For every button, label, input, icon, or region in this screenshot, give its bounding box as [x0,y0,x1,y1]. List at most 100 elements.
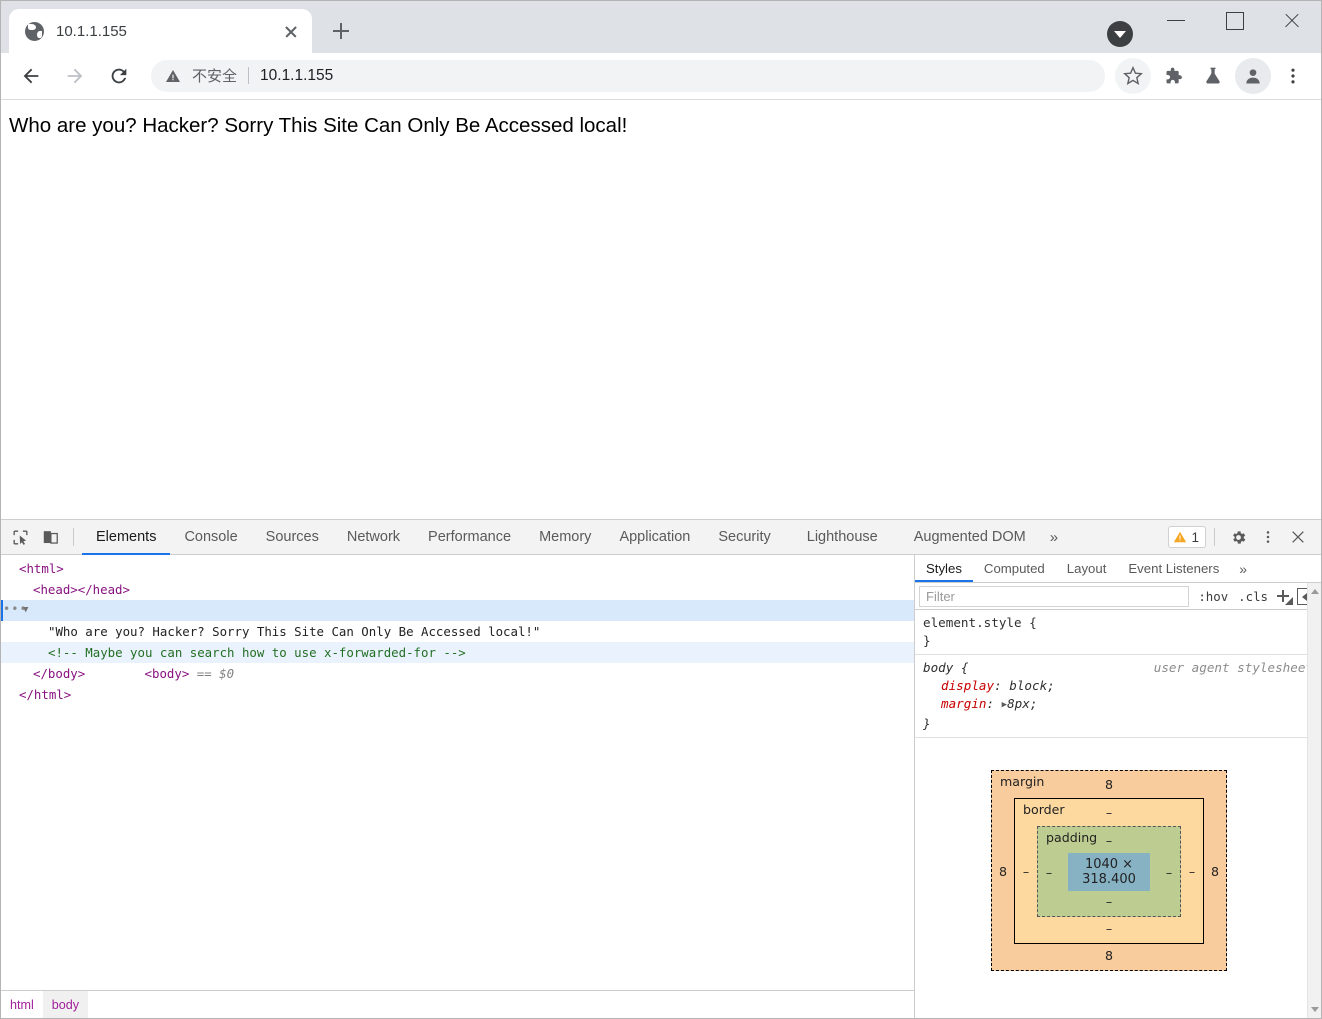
three-dot-menu-icon[interactable] [1275,58,1311,94]
breadcrumb-item-html[interactable]: html [1,991,43,1019]
reload-icon[interactable] [102,59,136,93]
tab-network[interactable]: Network [333,520,414,555]
tab-console[interactable]: Console [170,520,251,555]
box-model-padding[interactable]: padding – – 1040 × 318.400 – – [1037,826,1181,917]
margin-right-value[interactable]: 8 [1204,864,1226,879]
expand-arrow-icon[interactable]: ▶ [1002,696,1007,714]
tab-layout[interactable]: Layout [1056,555,1118,582]
close-icon[interactable] [1283,522,1313,552]
tab-label: Network [346,529,401,545]
rule-selector: element.style { [923,615,1037,630]
box-model-padding-label: padding [1046,830,1098,845]
rule-origin: user agent stylesheet [1153,660,1313,675]
tab-application[interactable]: Application [605,520,704,555]
dom-line-head[interactable]: <head></head> [1,579,914,600]
tab-label: Styles [926,561,962,576]
scroll-up-arrow-icon[interactable] [1311,589,1319,594]
dom-line-html-close[interactable]: </html> [1,684,914,705]
page-viewport: Who are you? Hacker? Sorry This Site Can… [1,99,1321,503]
dom-token: <html> [19,561,64,576]
css-declaration-margin[interactable]: margin: ▶8px; [923,695,1313,715]
box-model-content[interactable]: 1040 × 318.400 [1068,853,1150,891]
dom-token: </html> [19,687,72,702]
device-toolbar-icon[interactable] [35,522,65,552]
padding-right-value[interactable]: – [1158,865,1180,880]
tab-security[interactable]: Security [704,520,784,555]
dom-line-body-close[interactable]: </body> [1,663,914,684]
url-text: 10.1.1.155 [260,66,334,84]
devtools-tab-list: Elements Console Sources Network Perform… [82,520,1168,555]
maximize-button[interactable] [1205,1,1263,39]
more-tabs-icon[interactable]: » [1040,520,1068,555]
toolbar-divider-2 [1214,528,1215,546]
dom-token: "Who are you? Hacker? Sorry This Site Ca… [48,624,541,639]
rule-body-ua[interactable]: user agent stylesheet body { display: bl… [915,655,1321,738]
dom-line-body-open[interactable]: ••• ▼ <body> == $0 [1,600,914,681]
star-icon[interactable] [1115,57,1151,94]
tab-label: Layout [1066,561,1107,576]
address-bar[interactable]: 不安全 10.1.1.155 [151,59,1105,92]
more-styles-tabs-icon[interactable]: » [1230,555,1256,582]
download-icon[interactable] [1107,21,1133,47]
three-dot-menu-icon[interactable] [1253,522,1283,552]
css-colon: : [986,696,1002,711]
close-icon[interactable] [278,18,304,44]
dom-line-text-node[interactable]: "Who are you? Hacker? Sorry This Site Ca… [1,621,914,642]
margin-left-value[interactable]: 8 [992,864,1014,879]
plus-icon[interactable] [1273,586,1293,606]
flask-icon[interactable] [1195,58,1231,94]
tab-lighthouse[interactable]: Lighthouse [785,520,892,555]
warning-badge[interactable]: 1 [1168,526,1206,548]
tab-elements[interactable]: Elements [82,520,170,555]
puzzle-icon[interactable] [1155,58,1191,94]
border-bottom-value[interactable]: – [1015,921,1203,937]
padding-bottom-value[interactable]: – [1038,894,1180,910]
tab-event-listeners[interactable]: Event Listeners [1117,555,1230,582]
tab-memory[interactable]: Memory [525,520,605,555]
breadcrumb-item-body[interactable]: body [42,990,89,1018]
search-input[interactable]: Filter [919,585,1190,607]
dom-line-comment-node[interactable]: <!-- Maybe you can search how to use x-f… [1,642,914,663]
tab-label: Sources [265,529,319,545]
tab-label: Memory [539,529,592,545]
box-model-margin-label: margin [1000,774,1045,789]
cls-toggle[interactable]: .cls [1233,589,1273,604]
border-right-value[interactable]: – [1181,864,1203,879]
rule-element-style[interactable]: element.style { } [915,610,1321,655]
breadcrumb-label: body [51,997,80,1012]
padding-left-value[interactable]: – [1038,865,1060,880]
border-left-value[interactable]: – [1015,864,1037,879]
tab-computed[interactable]: Computed [973,555,1056,582]
box-model-diagram: margin 8 8 border – – padding – – 1040 ×… [991,770,1227,971]
avatar-icon[interactable] [1235,57,1271,94]
scroll-down-arrow-icon[interactable] [1311,1007,1319,1012]
forward-arrow-icon[interactable] [58,59,92,93]
warning-count: 1 [1191,529,1199,545]
gear-icon[interactable] [1223,522,1253,552]
tab-sources[interactable]: Sources [252,520,333,555]
css-declaration-display[interactable]: display: block; [923,677,1313,695]
tab-label: Console [184,529,238,545]
tab-performance[interactable]: Performance [414,520,525,555]
new-tab-button[interactable] [324,14,358,48]
back-arrow-icon[interactable] [14,59,48,93]
box-model-margin[interactable]: margin 8 8 border – – padding – – 1040 ×… [991,770,1227,971]
tab-strip: 10.1.1.155 [1,1,1321,53]
hov-toggle[interactable]: :hov [1193,589,1233,604]
tab-styles[interactable]: Styles [915,555,973,582]
margin-bottom-value[interactable]: 8 [992,948,1226,964]
styles-scrollbar[interactable] [1307,583,1321,1018]
styles-filter-bar: Filter :hov .cls [915,583,1321,610]
caret-down-icon[interactable]: ▼ [23,600,28,621]
tab-label: Application [619,529,691,545]
dom-line-html-open[interactable]: <html> [1,558,914,579]
browser-tab[interactable]: 10.1.1.155 [9,9,312,53]
box-model-border[interactable]: border – – padding – – 1040 × 318.400 – … [1014,798,1204,944]
browser-toolbar: 不安全 10.1.1.155 [1,53,1321,99]
devtools-toolbar-right: 1 [1168,522,1317,552]
tab-augmented-dom[interactable]: Augmented DOM [892,520,1040,555]
inspect-element-icon[interactable] [5,522,35,552]
warning-triangle-icon [165,68,183,84]
window-close-button[interactable] [1263,1,1321,39]
minimize-button[interactable] [1147,1,1205,39]
